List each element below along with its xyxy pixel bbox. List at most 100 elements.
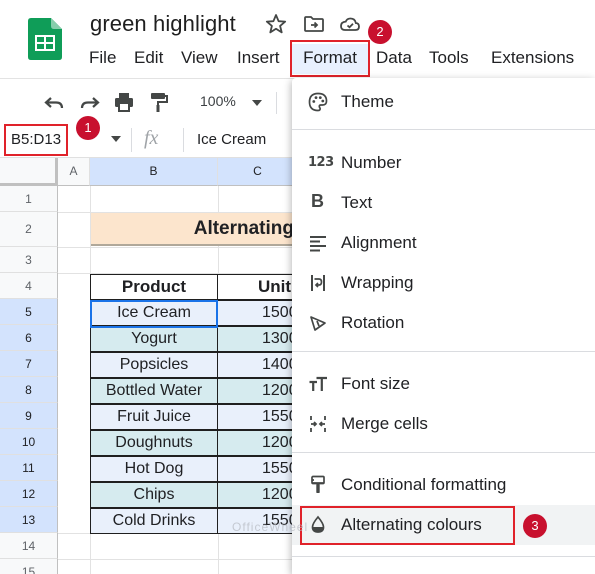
menu-item-conditional-formatting[interactable]: Conditional formatting — [292, 465, 595, 505]
move-to-folder-icon[interactable] — [302, 12, 326, 36]
formula-input[interactable]: Ice Cream — [197, 131, 266, 148]
menu-item-label: Font size — [341, 374, 410, 393]
bold-text-icon: B — [311, 191, 324, 211]
name-box-chevron-down-icon[interactable] — [110, 134, 122, 144]
menu-item-label: Number — [341, 153, 402, 172]
step-badge-1: 1 — [76, 116, 100, 140]
cell-unit[interactable]: 1200 — [217, 482, 299, 508]
gridline — [58, 559, 298, 560]
fx-icon: fx — [144, 127, 159, 149]
zoom-level[interactable]: 100% — [200, 93, 236, 109]
column-header-c[interactable]: C — [218, 158, 298, 186]
row-header-4[interactable]: 4 — [0, 273, 58, 299]
row-header-12[interactable]: 12 — [0, 481, 58, 507]
cell-unit[interactable]: 1400 — [217, 352, 299, 378]
row-header-6[interactable]: 6 — [0, 325, 58, 351]
zoom-chevron-down-icon[interactable] — [252, 99, 262, 107]
menu-item-label: Text — [341, 193, 373, 212]
menu-item-label: Wrapping — [341, 273, 414, 292]
print-icon[interactable] — [112, 90, 136, 114]
cell-product[interactable]: Doughnuts — [90, 430, 218, 456]
rotation-icon — [310, 316, 326, 331]
formula-bar-separator — [131, 128, 132, 152]
menu-item-label: Rotation — [341, 313, 405, 332]
watermark: OfficeWheel — [232, 520, 309, 534]
cell-product[interactable]: Hot Dog — [90, 456, 218, 482]
row-header-10[interactable]: 10 — [0, 429, 58, 455]
menu-item-alignment[interactable]: Alignment — [292, 223, 595, 263]
header-unit[interactable]: Unit — [217, 274, 299, 300]
menu-extensions[interactable]: Extensions — [491, 47, 574, 69]
cell-product[interactable]: Bottled Water — [90, 378, 218, 404]
menu-file[interactable]: File — [89, 47, 116, 69]
row-header-14[interactable]: 14 — [0, 533, 58, 559]
cell-product[interactable]: Fruit Juice — [90, 404, 218, 430]
row-header-7[interactable]: 7 — [0, 351, 58, 377]
row-header-9[interactable]: 9 — [0, 403, 58, 429]
format-dropdown-menu: Theme 123 Number B Text Alignment Wrappi… — [292, 78, 595, 574]
menu-item-rotation[interactable]: Rotation — [292, 303, 595, 343]
select-all-corner[interactable] — [0, 158, 58, 186]
cell-product[interactable]: Cold Drinks — [90, 508, 218, 534]
cell-unit[interactable]: 1550 — [217, 404, 299, 430]
menu-edit[interactable]: Edit — [134, 47, 163, 69]
cell-unit[interactable]: 1200 — [217, 430, 299, 456]
step-badge-2: 2 — [368, 20, 392, 44]
paint-format-icon[interactable] — [146, 90, 170, 114]
number-123-icon: 123 — [308, 155, 334, 170]
align-left-icon — [310, 236, 326, 252]
menu-data[interactable]: Data — [376, 47, 412, 69]
document-title[interactable]: green highlight — [90, 11, 236, 37]
format-menu-highlight-box — [290, 40, 370, 77]
menu-separator — [292, 351, 595, 352]
cell-unit[interactable]: 1500 — [217, 300, 299, 326]
wrap-text-icon — [311, 275, 325, 291]
menu-separator — [292, 556, 595, 557]
row-header-8[interactable]: 8 — [0, 377, 58, 403]
toolbar-separator — [276, 92, 277, 114]
row-header-3[interactable]: 3 — [0, 247, 58, 273]
cell-unit[interactable]: 1200 — [217, 378, 299, 404]
column-header-a[interactable]: A — [58, 158, 90, 186]
row-header-15[interactable]: 15 — [0, 559, 58, 574]
menu-item-label: Conditional formatting — [341, 475, 507, 494]
cell-product[interactable]: Yogurt — [90, 326, 218, 352]
cell-product[interactable]: Popsicles — [90, 352, 218, 378]
menu-item-wrapping[interactable]: Wrapping — [292, 263, 595, 303]
menu-item-font-size[interactable]: Font size — [292, 364, 595, 404]
step-badge-3: 3 — [523, 514, 547, 538]
menu-tools[interactable]: Tools — [429, 47, 469, 69]
menu-separator — [292, 452, 595, 453]
menu-item-merge-cells[interactable]: Merge cells — [292, 404, 595, 444]
header-product[interactable]: Product — [90, 274, 218, 300]
menu-view[interactable]: View — [181, 47, 218, 69]
menu-item-label: Theme — [341, 92, 394, 111]
menu-item-number[interactable]: 123 Number — [292, 143, 595, 183]
active-cell-cursor — [90, 300, 218, 328]
menu-item-theme[interactable]: Theme — [292, 82, 595, 122]
cell-unit[interactable]: 1550 — [217, 456, 299, 482]
row-header-13[interactable]: 13 — [0, 507, 58, 533]
row-header-1[interactable]: 1 — [0, 186, 58, 212]
palette-icon — [308, 92, 328, 112]
row-header-2[interactable]: 2 — [0, 212, 58, 247]
undo-icon[interactable] — [42, 90, 66, 114]
formula-bar-separator-2 — [183, 128, 184, 152]
star-icon[interactable] — [264, 12, 288, 36]
menu-separator — [292, 129, 595, 130]
paint-roller-icon — [311, 475, 325, 493]
row-header-11[interactable]: 11 — [0, 455, 58, 481]
font-size-icon — [309, 376, 327, 391]
menu-item-text[interactable]: B Text — [292, 183, 595, 223]
cell-product[interactable]: Chips — [90, 482, 218, 508]
cell-unit[interactable]: 1300 — [217, 326, 299, 352]
menu-insert[interactable]: Insert — [237, 47, 280, 69]
row-header-5[interactable]: 5 — [0, 299, 58, 325]
sheet-title-cell[interactable]: Alternating — [91, 213, 298, 246]
redo-icon[interactable] — [78, 90, 102, 114]
cloud-status-icon[interactable] — [338, 12, 362, 36]
name-box[interactable]: B5:D13 — [4, 124, 68, 156]
column-header-b[interactable]: B — [90, 158, 218, 186]
merge-cells-icon — [310, 416, 326, 432]
menu-item-label: Merge cells — [341, 414, 428, 433]
